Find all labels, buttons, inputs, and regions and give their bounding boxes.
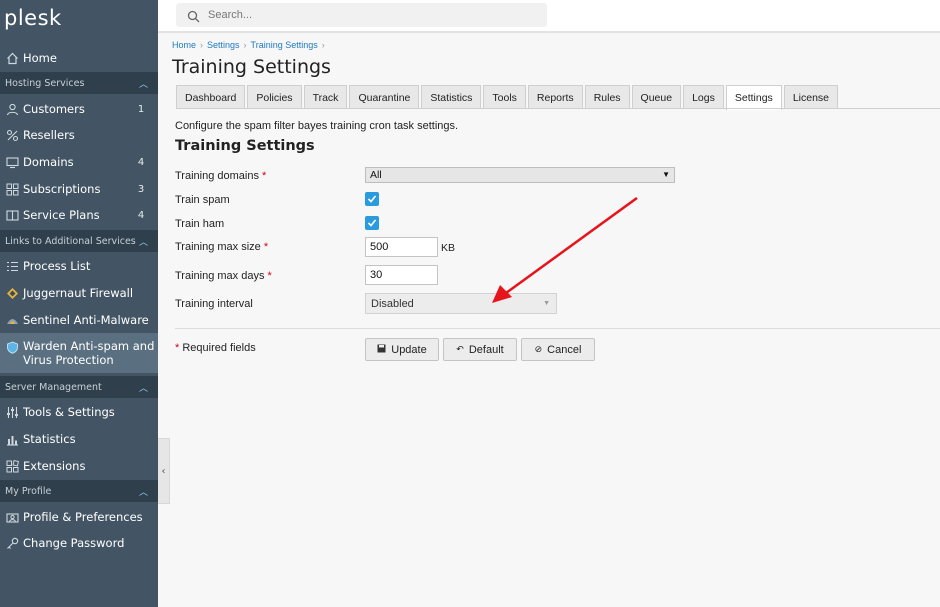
arrow-shaft [505, 196, 638, 295]
annotation-arrow [492, 196, 638, 303]
arrow-head-icon [492, 285, 512, 303]
